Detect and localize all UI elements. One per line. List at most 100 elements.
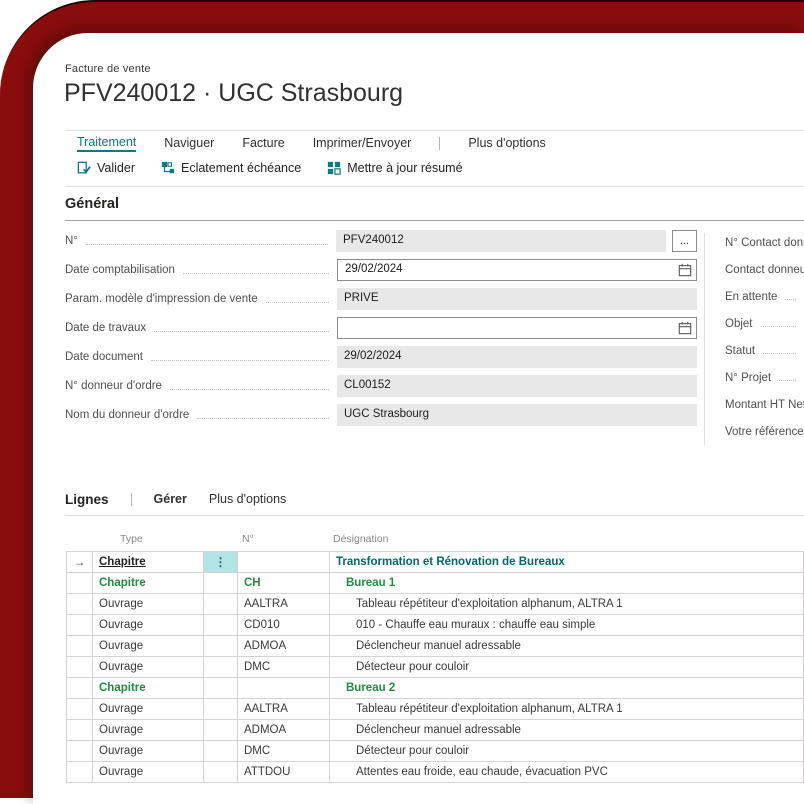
designation-cell[interactable]: Déclencheur manuel adressable [330,720,804,740]
field-row-no: N° PFV240012... [65,230,697,252]
dotted-leader [266,302,329,303]
type-cell[interactable]: Chapitre [93,573,204,593]
field-row: Statut [725,340,804,361]
divider [65,515,804,516]
grid-summary-icon [327,161,341,175]
field-param-modele-impression-vente-input: PRIVE [337,288,697,310]
type-cell[interactable]: Chapitre [93,552,204,572]
no-cell[interactable]: ADMOA [238,720,330,740]
field-row: N° Contact donne [725,232,804,253]
row-indicator-cell: → [67,552,93,572]
type-cell[interactable]: Chapitre [93,678,204,698]
tab-plus-options[interactable]: Plus d'options [468,136,545,150]
field-label: Votre référence [725,426,804,438]
row-actions-icon[interactable]: ⋮ [215,555,227,569]
no-cell[interactable]: CH [238,573,330,593]
lines-table: →Chapitre⋮Transformation et Rénovation d… [66,551,804,783]
tab-traitement[interactable]: Traitement [77,135,136,152]
mettre-a-jour-resume-button[interactable]: Mettre à jour résumé [327,161,462,175]
field-label: Objet [725,318,753,330]
table-row: Ouvrage ADMOADéclencheur manuel adressabl… [66,720,804,741]
row-indicator-cell [67,741,93,761]
table-row: Ouvrage AALTRATableau répétiteur d'exploi… [66,594,804,615]
general-fields-left: N°PFV240012...Date comptabilisation29/02… [65,230,697,433]
column-header-type[interactable]: Type [92,533,203,545]
field-row: Objet [725,313,804,334]
table-row: Ouvrage DMCDétecteur pour couloir [66,741,804,762]
type-cell[interactable]: Ouvrage [93,657,204,677]
valider-button[interactable]: Valider [77,161,135,175]
tab-imprimer-envoyer[interactable]: Imprimer/Envoyer [313,136,412,150]
column-header-designation[interactable]: Désignation [329,533,804,545]
calendar-icon[interactable] [678,263,692,282]
designation-cell[interactable]: Détecteur pour couloir [330,657,804,677]
type-cell[interactable]: Ouvrage [93,699,204,719]
dotted-leader [785,299,796,300]
general-fields-right: N° Contact donneContact donneurEn attent… [725,232,804,448]
type-cell[interactable]: Ouvrage [93,615,204,635]
type-cell[interactable]: Ouvrage [93,636,204,656]
field-no-donneur-ordre-input: CL00152 [337,375,697,397]
designation-cell[interactable]: Bureau 2 [330,678,804,698]
field-row-param-modele-impression-vente: Param. modèle d'impression de ventePRIVE [65,288,697,310]
designation-cell[interactable]: 010 - Chauffe eau muraux : chauffe eau s… [330,615,804,635]
field-label-no-donneur-ordre: N° donneur d'ordre [65,380,162,392]
no-cell[interactable] [238,678,330,698]
no-cell[interactable] [238,552,330,572]
eclatement-echeance-button[interactable]: Eclatement échéance [161,161,301,175]
field-label-no: N° [65,235,78,247]
designation-cell[interactable]: Transformation et Rénovation de Bureaux [330,552,804,572]
tab-facture[interactable]: Facture [242,136,284,150]
no-cell[interactable]: AALTRA [238,699,330,719]
field-no-input: PFV240012 [336,230,666,252]
page-title: PFV240012 · UGC Strasbourg [64,79,403,108]
row-menu-cell[interactable]: ⋮ [204,552,238,572]
table-row: Chapitre CHBureau 1 [66,573,804,594]
ellipsis-button[interactable]: ... [672,230,697,252]
row-indicator-cell [67,594,93,614]
field-row-no-donneur-ordre: N° donneur d'ordre CL00152 [65,375,697,397]
lines-section-bar: Lignes Gérer Plus d'options [65,489,286,509]
field-date-document-value: 29/02/2024 [337,346,697,367]
no-cell[interactable]: AALTRA [238,594,330,614]
dotted-leader [183,273,329,274]
no-cell[interactable]: CD010 [238,615,330,635]
calendar-icon[interactable] [678,321,692,340]
row-menu-cell [204,573,238,593]
lines-plus-options-menu[interactable]: Plus d'options [209,492,286,506]
type-cell[interactable]: Ouvrage [93,594,204,614]
designation-cell[interactable]: Bureau 1 [330,573,804,593]
general-section-heading[interactable]: Général [65,196,804,221]
gerer-menu[interactable]: Gérer [154,492,187,506]
no-cell[interactable]: ATTDOU [238,762,330,782]
lines-section-heading[interactable]: Lignes [65,492,109,507]
dotted-leader [151,360,329,361]
post-document-check-icon [77,161,91,175]
tab-naviguer[interactable]: Naviguer [164,136,214,150]
no-cell[interactable]: DMC [238,741,330,761]
action-bar: Valider Eclatement échéance Mettre à jou… [77,157,463,179]
breadcrumb[interactable]: Facture de vente [65,63,151,75]
table-header: Type N° Désignation [66,533,804,545]
type-cell[interactable]: Ouvrage [93,741,204,761]
designation-cell[interactable]: Détecteur pour couloir [330,741,804,761]
menu-separator [439,137,440,150]
field-date-comptabilisation-input[interactable]: 29/02/2024 [337,259,697,281]
field-row: Contact donneur [725,259,804,280]
designation-cell[interactable]: Déclencheur manuel adressable [330,636,804,656]
designation-cell[interactable]: Attentes eau froide, eau chaude, évacuat… [330,762,804,782]
designation-cell[interactable]: Tableau répétiteur d'exploitation alphan… [330,594,804,614]
field-row: Montant HT Net [725,394,804,415]
no-cell[interactable]: DMC [238,657,330,677]
designation-cell[interactable]: Tableau répétiteur d'exploitation alphan… [330,699,804,719]
type-cell[interactable]: Ouvrage [93,720,204,740]
row-menu-cell [204,636,238,656]
field-nom-donneur-ordre-value: UGC Strasbourg [337,404,697,425]
valider-label: Valider [97,161,135,175]
no-cell[interactable]: ADMOA [238,636,330,656]
field-date-travaux-input[interactable] [337,317,697,339]
type-cell[interactable]: Ouvrage [93,762,204,782]
column-header-no[interactable]: N° [237,533,329,545]
row-menu-cell [204,615,238,635]
invoice-page: Facture de vente PFV240012 · UGC Strasbo… [33,33,804,804]
